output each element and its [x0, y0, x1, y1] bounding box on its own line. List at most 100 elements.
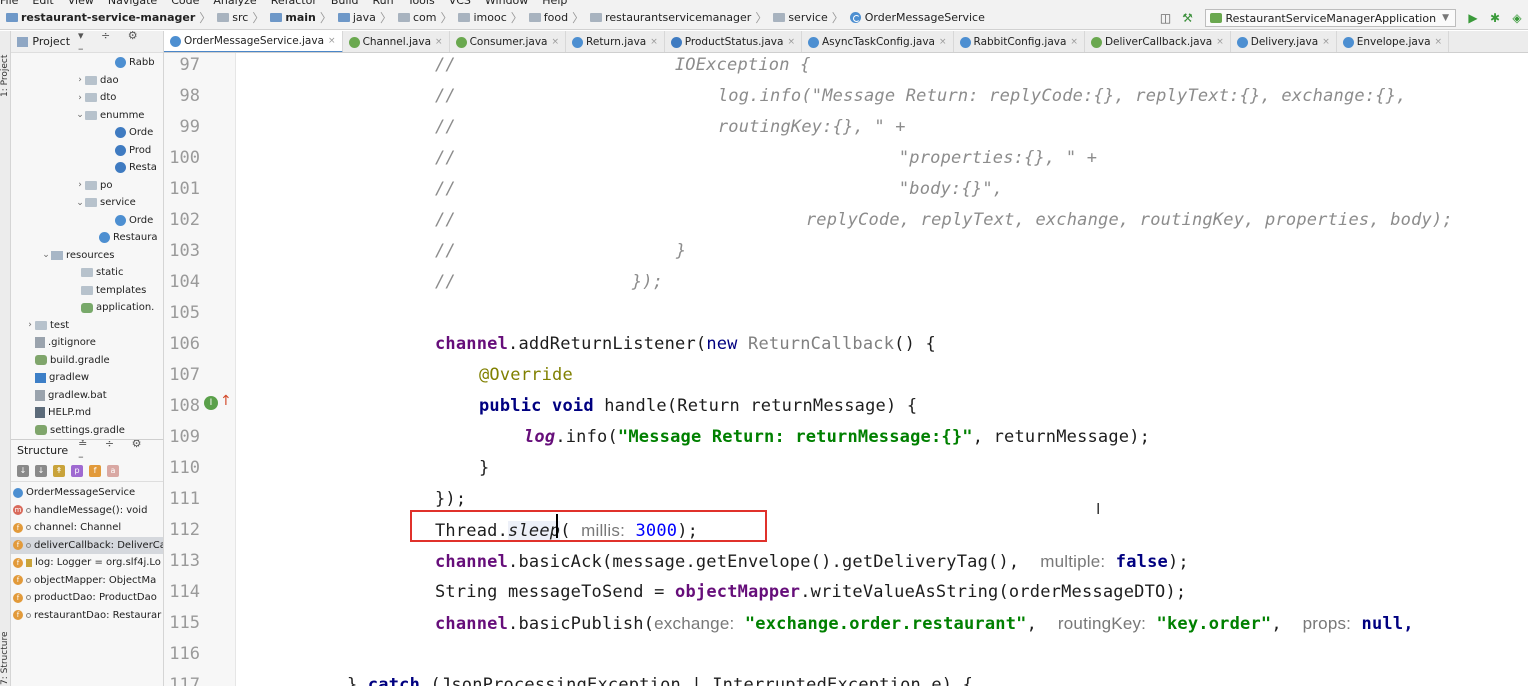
chevron-down-icon[interactable]: ⌄ — [75, 110, 85, 120]
close-tab-icon[interactable]: × — [435, 37, 443, 47]
override-arrow-icon[interactable]: ↑ — [220, 393, 232, 409]
structure-item[interactable]: f objectMapper: ObjectMa — [11, 572, 163, 589]
project-tree-item[interactable]: .gitignore — [11, 334, 163, 351]
editor-tab[interactable]: ProductStatus.java × — [665, 31, 802, 52]
sort-alpha-icon[interactable]: ↓ — [17, 464, 29, 477]
project-tree-item[interactable]: ⌄ resources — [11, 247, 163, 264]
project-tree-item[interactable]: Restaura — [11, 229, 163, 246]
gradle-icon — [35, 355, 47, 365]
editor-tab[interactable]: Delivery.java × — [1231, 31, 1337, 52]
structure-item[interactable]: f channel: Channel — [11, 519, 163, 536]
project-tool-button[interactable]: 1: Project — [0, 37, 11, 97]
close-tab-icon[interactable]: × — [787, 37, 795, 47]
structure-item[interactable]: OrderMessageService — [11, 484, 163, 501]
project-tree-item[interactable]: build.gradle — [11, 352, 163, 369]
breadcrumb-separator: 〉 — [510, 11, 523, 25]
project-tree-item[interactable]: Orde — [11, 212, 163, 229]
project-tree-label: static — [96, 267, 124, 278]
chevron-right-icon[interactable]: › — [75, 93, 85, 103]
structure-item-label: productDao: ProductDao — [34, 592, 157, 603]
run-configuration-dropdown[interactable]: RestaurantServiceManagerApplication ▼ — [1204, 9, 1456, 27]
breadcrumb-food[interactable]: food 〉 — [523, 6, 584, 30]
editor-tab[interactable]: OrderMessageService.java × — [164, 31, 343, 52]
sort-visibility-icon[interactable]: ↓ — [35, 464, 47, 477]
editor-tab[interactable]: Channel.java × — [343, 31, 450, 52]
show-non-public-icon[interactable]: a — [107, 464, 119, 477]
close-tab-icon[interactable]: × — [1435, 37, 1443, 47]
project-tree-item[interactable]: Resta — [11, 159, 163, 176]
project-tree-item[interactable]: › test — [11, 317, 163, 334]
chevron-down-icon[interactable]: ⌄ — [41, 250, 51, 260]
close-tab-icon[interactable]: × — [939, 37, 947, 47]
editor-tab[interactable]: Return.java × — [566, 31, 665, 52]
show-fields-icon[interactable]: f — [89, 464, 101, 477]
breadcrumb-package[interactable]: restaurantservicemanager 〉 — [584, 6, 767, 30]
project-tree-item[interactable]: › dao — [11, 72, 163, 89]
chevron-down-icon[interactable]: ⌄ — [75, 198, 85, 208]
show-inherited-icon[interactable]: ↟ — [53, 464, 65, 477]
panel-tools[interactable]: ▾ ÷ ⚙ – — [78, 31, 163, 55]
project-tree-item[interactable]: ⌄ service — [11, 194, 163, 211]
structure-panel-title: Structure — [17, 443, 69, 457]
code-line-117: } catch (JsonProcessingException | Inter… — [347, 675, 974, 686]
close-tab-icon[interactable]: × — [551, 37, 559, 47]
project-tree-item[interactable]: Orde — [11, 124, 163, 141]
build-hammer-icon[interactable]: ⚒ — [1177, 6, 1199, 30]
breadcrumb-src[interactable]: src 〉 — [211, 6, 264, 30]
project-tree-item[interactable]: ⌄ enumme — [11, 107, 163, 124]
breadcrumb-com[interactable]: com 〉 — [392, 6, 452, 30]
project-tree-item[interactable]: › po — [11, 177, 163, 194]
editor-tab[interactable]: RabbitConfig.java × — [954, 31, 1085, 52]
project-tree-item[interactable]: static — [11, 264, 163, 281]
close-tab-icon[interactable]: × — [1070, 37, 1078, 47]
project-tree-item[interactable]: Prod — [11, 142, 163, 159]
project-tree-item[interactable]: gradlew — [11, 369, 163, 386]
editor-tab[interactable]: DeliverCallback.java × — [1085, 31, 1231, 52]
folder-icon — [85, 75, 97, 85]
project-tree-item[interactable]: › dto — [11, 89, 163, 106]
project-view-selector[interactable]: Project — [32, 35, 70, 48]
layout-icon[interactable]: ◫ — [1155, 6, 1177, 30]
structure-item[interactable]: m handleMessage(): void — [11, 502, 163, 519]
code-editor[interactable]: //IOException { //log.info("Message Retu… — [237, 53, 1528, 686]
breadcrumb-project[interactable]: restaurant-service-manager 〉 — [0, 6, 211, 30]
breadcrumb-java[interactable]: java 〉 — [332, 6, 392, 30]
file-icon — [35, 337, 45, 348]
structure-item[interactable]: f restaurantDao: Restaurar — [11, 607, 163, 624]
structure-item[interactable]: f deliverCallback: DeliverCa — [11, 536, 163, 554]
class-icon — [1342, 36, 1354, 48]
breadcrumb-main[interactable]: main 〉 — [264, 6, 332, 30]
breadcrumb-separator: 〉 — [319, 11, 332, 25]
coverage-icon[interactable]: ◈ — [1506, 6, 1528, 30]
project-tree-item[interactable]: settings.gradle — [11, 422, 163, 439]
project-tree-item[interactable]: HELP.md — [11, 404, 163, 421]
close-tab-icon[interactable]: × — [1216, 37, 1224, 47]
breadcrumb-imooc[interactable]: imooc 〉 — [452, 6, 523, 30]
folder-icon — [458, 13, 471, 22]
structure-item[interactable]: f productDao: ProductDao — [11, 589, 163, 606]
project-tree-item[interactable]: application. — [11, 299, 163, 316]
panel-tools[interactable]: ≚ ÷ ⚙ – — [78, 440, 163, 463]
chevron-right-icon[interactable]: › — [25, 320, 35, 330]
project-tree-item[interactable]: gradlew.bat — [11, 387, 163, 404]
structure-item[interactable]: f log: Logger = org.slf4j.Lo — [11, 554, 163, 571]
line-number: 106 — [169, 334, 200, 354]
implements-gutter-icon[interactable]: I — [204, 396, 218, 410]
editor-tab[interactable]: Envelope.java × — [1337, 31, 1450, 52]
structure-tool-button[interactable]: 7: Structure — [0, 621, 11, 686]
project-tree-item[interactable]: templates — [11, 282, 163, 299]
run-icon[interactable]: ▶ — [1462, 6, 1484, 30]
editor-tab[interactable]: AsyncTaskConfig.java × — [802, 31, 954, 52]
project-tree-item[interactable]: Rabb — [11, 54, 163, 71]
breadcrumb-file[interactable]: OrderMessageService — [844, 6, 985, 30]
line-number: 114 — [169, 582, 200, 602]
chevron-right-icon[interactable]: › — [75, 180, 85, 190]
close-tab-icon[interactable]: × — [650, 37, 658, 47]
close-tab-icon[interactable]: × — [328, 36, 336, 46]
breadcrumb-service[interactable]: service 〉 — [767, 6, 844, 30]
chevron-right-icon[interactable]: › — [75, 75, 85, 85]
editor-tab[interactable]: Consumer.java × — [450, 31, 567, 52]
close-tab-icon[interactable]: × — [1322, 37, 1330, 47]
show-properties-icon[interactable]: p — [71, 464, 83, 477]
debug-icon[interactable]: ✱ — [1484, 6, 1506, 30]
